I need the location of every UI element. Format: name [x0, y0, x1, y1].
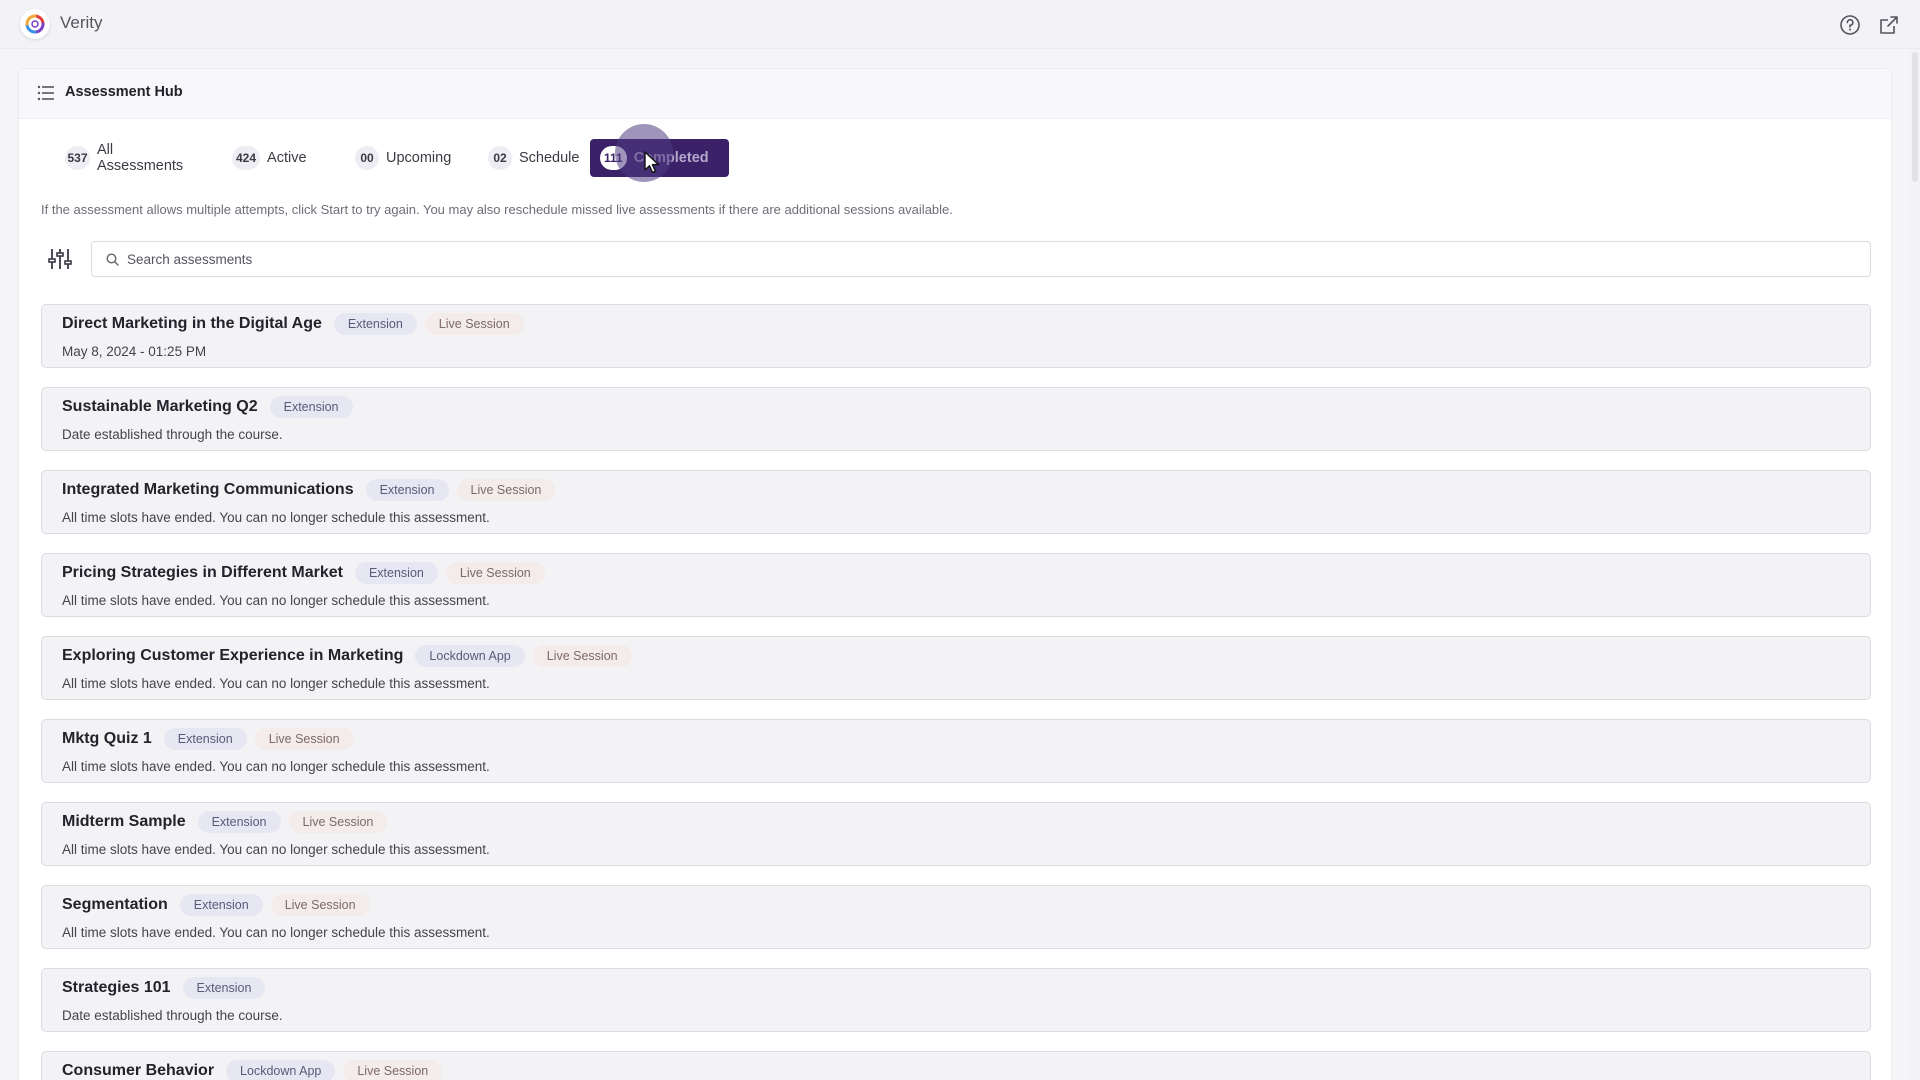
assessment-title: Sustainable Marketing Q2 — [62, 398, 258, 415]
lockdown-app-badge: Lockdown App — [415, 645, 525, 667]
assessment-status-text: All time slots have ended. You can no lo… — [62, 925, 490, 940]
extension-badge: Extension — [354, 562, 438, 584]
live-session-badge: Live Session — [254, 728, 354, 750]
mouse-cursor-icon — [644, 151, 660, 174]
assessment-item[interactable]: Integrated Marketing Communications Exten… — [41, 470, 1871, 534]
assessment-status-text: All time slots have ended. You can no lo… — [62, 759, 490, 774]
assessment-item-header: Consumer Behavior Lockdown App Live Sessio… — [62, 1060, 443, 1080]
assessment-item-header: Direct Marketing in the Digital Age Exten… — [62, 313, 524, 335]
live-session-badge: Live Session — [288, 811, 388, 833]
assessment-status-text: All time slots have ended. You can no lo… — [62, 593, 490, 608]
assessment-item-header: Segmentation Extension Live Session — [62, 894, 370, 916]
tab-schedule[interactable]: 02 Schedule — [478, 139, 589, 177]
verity-logo-icon[interactable] — [20, 9, 50, 39]
assessment-title: Integrated Marketing Communications — [62, 481, 354, 498]
assessment-title: Pricing Strategies in Different Market — [62, 564, 343, 581]
tab-count: 00 — [355, 146, 379, 170]
lockdown-app-badge: Lockdown App — [226, 1060, 336, 1080]
tab-count: 02 — [488, 146, 512, 170]
assessment-item[interactable]: Strategies 101 Extension Date established … — [41, 968, 1871, 1032]
tab-label: Active — [267, 150, 307, 166]
tab-upcoming[interactable]: 00 Upcoming — [345, 139, 461, 177]
assessment-item[interactable]: Direct Marketing in the Digital Age Exten… — [41, 304, 1871, 368]
live-session-badge: Live Session — [456, 479, 556, 501]
live-session-badge: Live Session — [424, 313, 524, 335]
assessment-status-text: All time slots have ended. You can no lo… — [62, 676, 490, 691]
assessment-status-text: All time slots have ended. You can no lo… — [62, 510, 490, 525]
assessment-item[interactable]: Midterm Sample Extension Live Session All t… — [41, 802, 1871, 866]
tab-label: All Assessments — [96, 142, 184, 174]
extension-badge: Extension — [365, 479, 449, 501]
assessment-status-text: Date established through the course. — [62, 427, 283, 442]
page-title: Assessment Hub — [65, 84, 183, 100]
tab-active[interactable]: 424 Active — [222, 139, 317, 177]
search-icon — [106, 252, 119, 266]
extension-badge: Extension — [179, 894, 263, 916]
panel-header: Assessment Hub — [19, 69, 1891, 119]
assessment-item-header: Mktg Quiz 1 Extension Live Session — [62, 728, 354, 750]
assessment-item[interactable]: Segmentation Extension Live Session All tim… — [41, 885, 1871, 949]
assessment-title: Mktg Quiz 1 — [62, 730, 152, 747]
filter-sliders-icon[interactable] — [45, 244, 75, 274]
app-title: Verity — [60, 13, 103, 32]
assessment-title: Midterm Sample — [62, 813, 186, 830]
extension-badge: Extension — [333, 313, 417, 335]
assessment-item[interactable]: Sustainable Marketing Q2 Extension Date es… — [41, 387, 1871, 451]
assessment-item-header: Sustainable Marketing Q2 Extension — [62, 396, 353, 418]
assessment-item-header: Pricing Strategies in Different Market Ex… — [62, 562, 545, 584]
search-box[interactable] — [91, 241, 1871, 277]
hint-text: If the assessment allows multiple attemp… — [41, 202, 953, 217]
assessment-item-header: Exploring Customer Experience in Marketi… — [62, 645, 632, 667]
assessment-item-header: Strategies 101 Extension — [62, 977, 266, 999]
assessment-item-header: Midterm Sample Extension Live Session — [62, 811, 388, 833]
assessment-title: Segmentation — [62, 896, 168, 913]
extension-badge: Extension — [163, 728, 247, 750]
top-bar: Verity — [0, 0, 1920, 49]
external-link-icon[interactable] — [1877, 13, 1901, 37]
live-session-badge: Live Session — [343, 1060, 443, 1080]
search-input[interactable] — [127, 251, 1827, 267]
page-scrollbar[interactable] — [1910, 49, 1920, 1080]
assessment-title: Direct Marketing in the Digital Age — [62, 315, 322, 332]
help-circle-icon[interactable] — [1838, 13, 1862, 37]
tab-count: 424 — [232, 146, 261, 170]
assessment-title: Exploring Customer Experience in Marketi… — [62, 647, 404, 664]
extension-badge: Extension — [182, 977, 266, 999]
assessment-status-text: All time slots have ended. You can no lo… — [62, 842, 490, 857]
assessment-item[interactable]: Pricing Strategies in Different Market Ex… — [41, 553, 1871, 617]
assessment-title: Consumer Behavior — [62, 1062, 215, 1079]
assessment-hub-panel: Assessment Hub 537 All Assessments 424 A… — [18, 68, 1892, 1080]
live-session-badge: Live Session — [532, 645, 632, 667]
live-session-badge: Live Session — [270, 894, 370, 916]
page-scrollbar-thumb[interactable] — [1912, 52, 1918, 182]
tab-label: Upcoming — [386, 150, 452, 166]
assessment-item[interactable]: Exploring Customer Experience in Marketi… — [41, 636, 1871, 700]
assessment-status-text: Date established through the course. — [62, 1008, 283, 1023]
assessment-item[interactable]: Mktg Quiz 1 Extension Live Session All time… — [41, 719, 1871, 783]
assessment-title: Strategies 101 — [62, 979, 171, 996]
extension-badge: Extension — [269, 396, 353, 418]
assessment-item-header: Integrated Marketing Communications Exten… — [62, 479, 556, 501]
assessment-status-text: May 8, 2024 - 01:25 PM — [62, 344, 207, 359]
tab-all-assessments[interactable]: 537 All Assessments — [55, 139, 196, 177]
list-menu-icon[interactable] — [37, 85, 55, 101]
extension-badge: Extension — [197, 811, 281, 833]
assessment-item[interactable]: Consumer Behavior Lockdown App Live Sessio… — [41, 1051, 1871, 1080]
live-session-badge: Live Session — [445, 562, 545, 584]
tab-label: Schedule — [519, 150, 580, 166]
tab-count: 537 — [65, 146, 90, 170]
